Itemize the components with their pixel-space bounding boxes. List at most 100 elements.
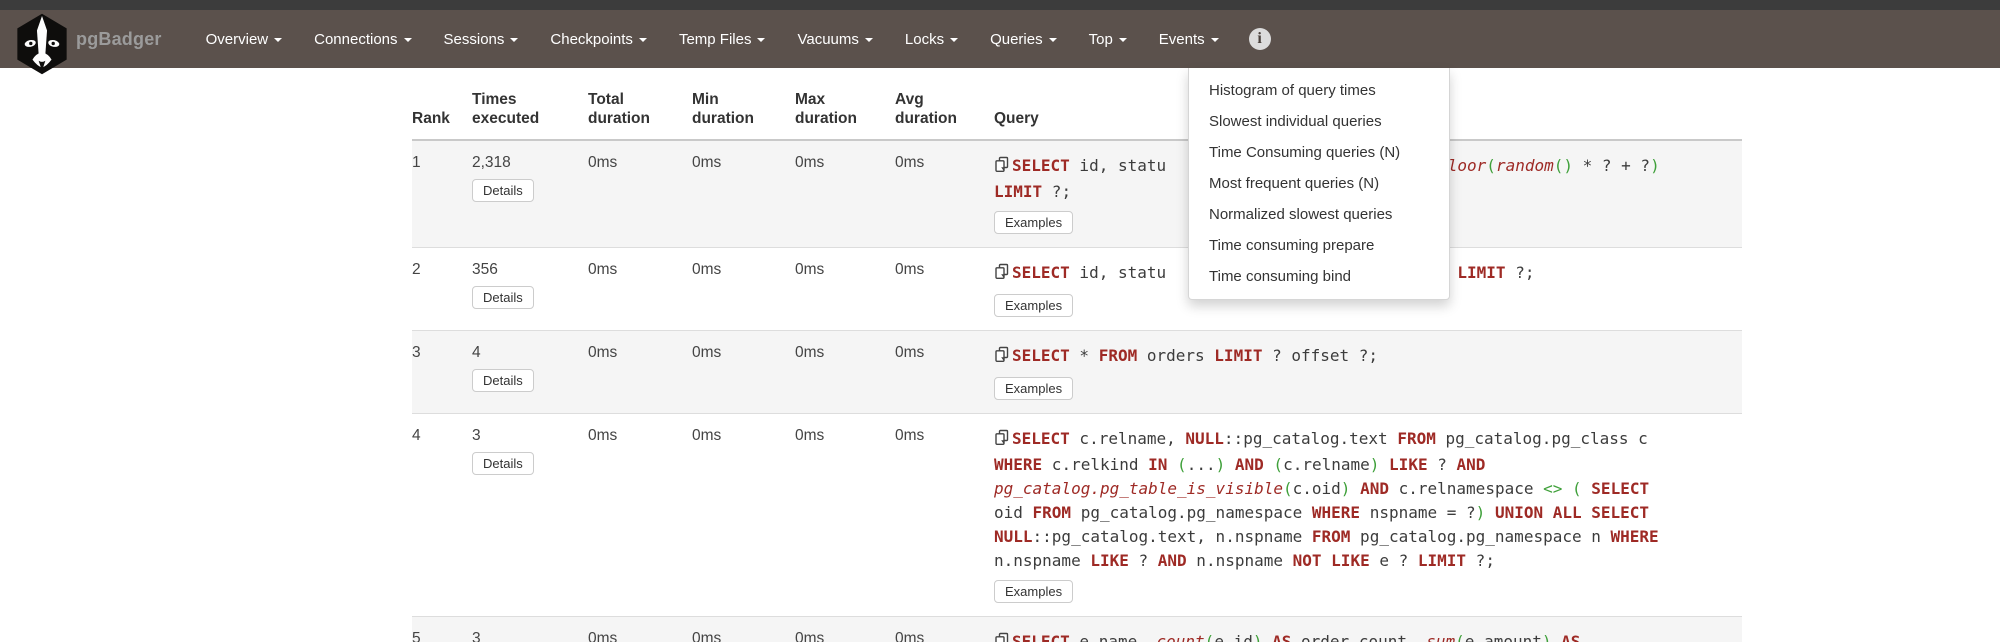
details-button[interactable]: Details [472,286,534,309]
sql-segment: LIMIT [1214,346,1262,365]
sql-segment: AND [1235,455,1264,474]
nav-item-top[interactable]: Top [1073,31,1143,48]
min-duration-cell: 0ms [692,617,795,642]
copy-icon[interactable] [994,263,1010,287]
table-row-rank-5: 53Details0ms0ms0ms0msSELECT e.name, coun… [412,617,1742,642]
copy-icon[interactable] [994,346,1010,370]
avg-duration-cell: 0ms [895,617,994,642]
info-icon[interactable]: i [1249,28,1271,50]
sql-segment [1582,479,1592,498]
examples-button[interactable]: Examples [994,580,1073,603]
caret-down-icon [404,38,412,42]
sql-segment: ( [1455,632,1465,642]
page-top-strip [0,0,2000,10]
rank-cell: 5 [412,617,472,642]
examples-button[interactable]: Examples [994,211,1073,234]
pgbadger-report-page: pgBadger OverviewConnectionsSessionsChec… [0,0,2000,642]
details-button[interactable]: Details [472,179,534,202]
nav-item-checkpoints[interactable]: Checkpoints [534,31,663,48]
sql-segment: c.relnamespace [1389,479,1543,498]
sql-segment: ::pg_catalog.text, n.nspname [1033,527,1312,546]
query-line: n.nspname LIKE ? AND n.nspname NOT LIKE … [994,549,1734,573]
navbar: pgBadger OverviewConnectionsSessionsChec… [0,10,2000,68]
rank-cell: 3 [412,331,472,414]
copy-icon[interactable] [994,429,1010,453]
nav-item-locks[interactable]: Locks [889,31,974,48]
nav-item-events[interactable]: Events [1143,31,1235,48]
sql-segment: id, statu [1070,263,1166,282]
total-duration-cell: 0ms [588,414,692,617]
times-executed-cell: 4Details [472,331,588,414]
sql-segment: sum [1426,632,1455,642]
nav-item-queries[interactable]: Queries [974,31,1073,48]
caret-down-icon [1119,38,1127,42]
nav-item-label: Overview [206,31,269,48]
caret-down-icon [510,38,518,42]
times-executed-value: 3 [472,630,580,642]
sql-segment: ::pg_catalog.text [1224,429,1397,448]
details-button[interactable]: Details [472,452,534,475]
sql-segment: ) [1341,479,1351,498]
avg-duration-cell: 0ms [895,331,994,414]
sql-segment: pg_catalog.pg_namespace n [1350,527,1610,546]
nav-item-connections[interactable]: Connections [298,31,427,48]
sql-segment [1262,632,1272,642]
sql-segment [1264,455,1274,474]
nav-item-sessions[interactable]: Sessions [428,31,535,48]
times-executed-cell: 3Details [472,414,588,617]
table-header-row: RankTimesexecutedTotaldurationMinduratio… [412,80,1742,140]
column-header-min-duration: Minduration [692,80,795,140]
sql-segment: ( [1177,455,1187,474]
nav-item-temp-files[interactable]: Temp Files [663,31,782,48]
sql-segment: AS [1272,632,1291,642]
nav-item-label: Queries [990,31,1043,48]
nav-item-label: Events [1159,31,1205,48]
sql-segment: nspname = ? [1360,503,1476,522]
menu-item-time-consuming-queries-n[interactable]: Time Consuming queries (N) [1189,137,1449,168]
sql-segment: order_count, [1291,632,1426,642]
sql-segment: SELECT [1012,156,1070,175]
sql-segment: <> [1543,479,1562,498]
sql-segment: FROM [1099,346,1138,365]
avg-duration-cell: 0ms [895,414,994,617]
copy-icon[interactable] [994,156,1010,180]
query-cell: SELECT c.relname, NULL::pg_catalog.text … [994,414,1742,617]
menu-item-slowest-individual-queries[interactable]: Slowest individual queries [1189,106,1449,137]
avg-duration-cell: 0ms [895,140,994,248]
sql-segment: pg_catalog.pg_class c [1436,429,1648,448]
sql-segment: NULL [1185,429,1224,448]
queries-table: RankTimesexecutedTotaldurationMinduratio… [412,80,1742,642]
max-duration-cell: 0ms [795,617,895,642]
sql-segment: ) [1542,632,1552,642]
copy-icon[interactable] [994,632,1010,642]
nav-item-vacuums[interactable]: Vacuums [781,31,888,48]
sql-segment: ) [1650,156,1660,175]
max-duration-cell: 0ms [795,248,895,331]
sql-segment [1485,503,1495,522]
menu-item-histogram-of-query-times[interactable]: Histogram of query times [1189,75,1449,106]
table-row-rank-4: 43Details0ms0ms0ms0msSELECT c.relname, N… [412,414,1742,617]
sql-segment: ?; [1042,182,1071,201]
sql-segment: * ? + ? [1573,156,1650,175]
menu-item-time-consuming-bind[interactable]: Time consuming bind [1189,261,1449,292]
sql-segment: LIKE [1389,455,1428,474]
examples-button[interactable]: Examples [994,377,1073,400]
column-header-max-duration: Maxduration [795,80,895,140]
table-row-rank-2: 2356Details0ms0ms0ms0msSELECT id, statu'… [412,248,1742,331]
max-duration-cell: 0ms [795,331,895,414]
menu-item-time-consuming-prepare[interactable]: Time consuming prepare [1189,230,1449,261]
nav-item-overview[interactable]: Overview [190,31,299,48]
menu-item-normalized-slowest-queries[interactable]: Normalized slowest queries [1189,199,1449,230]
examples-button[interactable]: Examples [994,294,1073,317]
sql-segment: AND [1158,551,1187,570]
sql-segment: IN [1148,455,1167,474]
sql-segment: SELECT [1012,429,1070,448]
nav-item-label: Locks [905,31,944,48]
table-body: 12,318Details0ms0ms0ms0msSELECT id, stat… [412,140,1742,642]
total-duration-cell: 0ms [588,140,692,248]
sql-segment: ( [1205,632,1215,642]
details-button[interactable]: Details [472,369,534,392]
menu-item-most-frequent-queries-n[interactable]: Most frequent queries (N) [1189,168,1449,199]
sql-segment: * [1070,346,1099,365]
table-row-rank-3: 34Details0ms0ms0ms0msSELECT * FROM order… [412,331,1742,414]
